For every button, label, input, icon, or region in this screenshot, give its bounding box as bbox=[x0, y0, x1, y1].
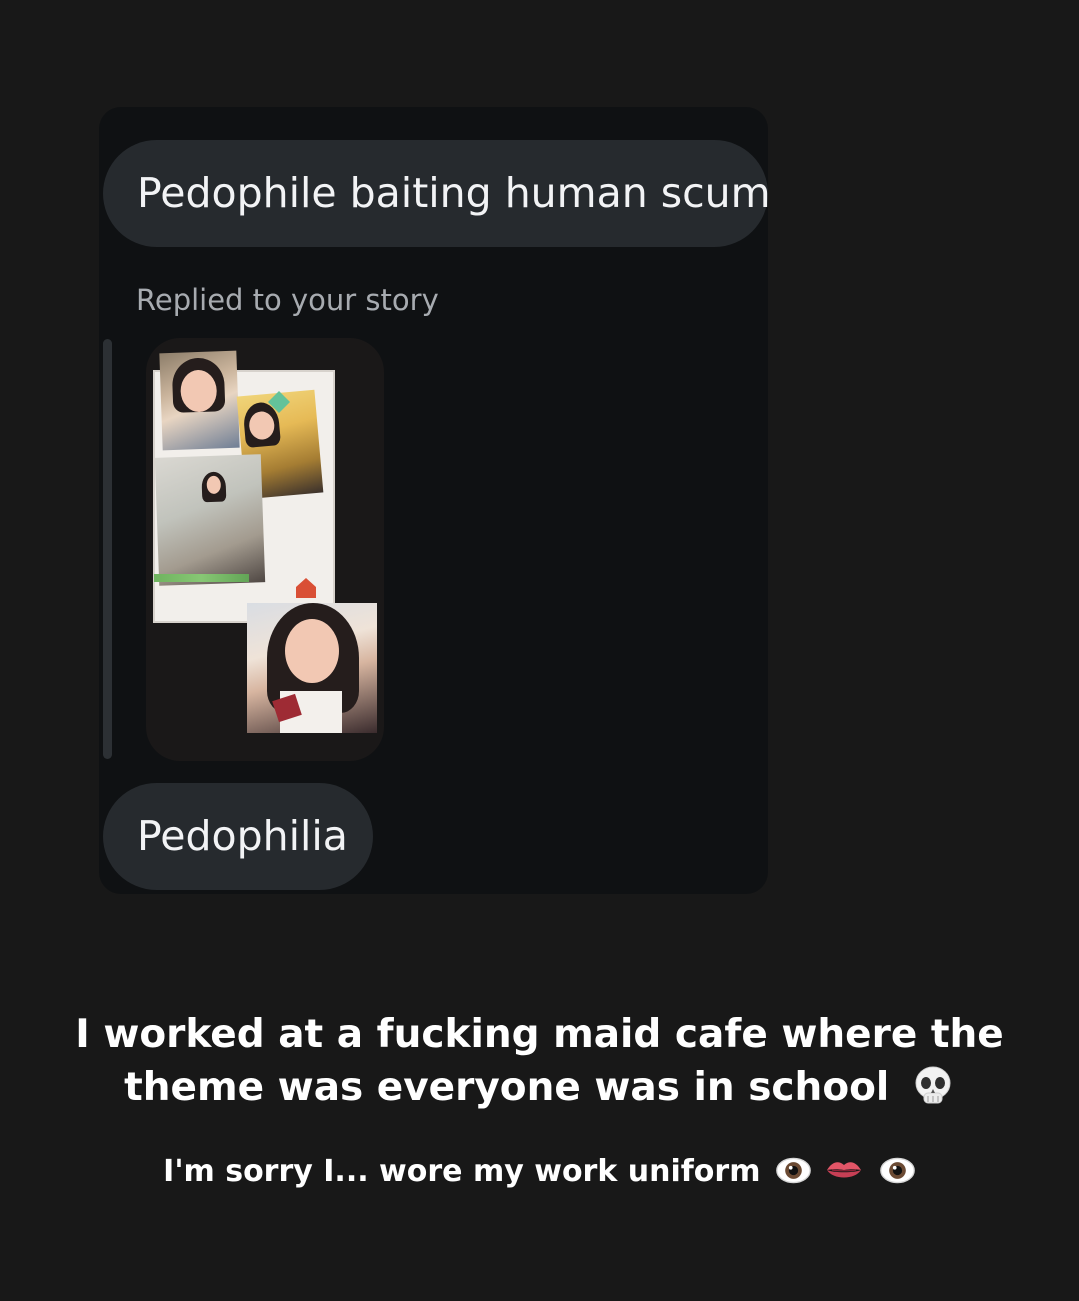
reply-meta-text: Replied to your story bbox=[136, 283, 439, 317]
message-bubble-2: Pedophilia bbox=[103, 783, 373, 890]
skull-icon bbox=[915, 1066, 951, 1103]
message-text-2: Pedophilia bbox=[137, 812, 348, 860]
collage-photo-4 bbox=[247, 603, 377, 733]
reply-indicator-bar bbox=[103, 339, 112, 759]
caption-line-3: I'm sorry I... wore my work uniform bbox=[163, 1154, 761, 1189]
story-thumbnail[interactable] bbox=[146, 338, 384, 761]
message-bubble-1: Pedophile baiting human scum bbox=[103, 140, 771, 247]
message-text-1: Pedophile baiting human scum bbox=[137, 169, 771, 217]
caption-line-1: I worked at a fucking maid cafe where th… bbox=[75, 1012, 1004, 1057]
collage-photo-1 bbox=[159, 350, 240, 451]
lips-icon bbox=[827, 1161, 862, 1177]
story-subcaption: I'm sorry I... wore my work uniform bbox=[0, 1150, 1079, 1194]
caption-line-2-wrap: theme was everyone was in school bbox=[0, 1061, 1079, 1114]
grass-decoration bbox=[154, 574, 249, 582]
story-caption: I worked at a fucking maid cafe where th… bbox=[0, 1008, 1079, 1114]
eye-icon bbox=[879, 1157, 915, 1184]
caption-line-2: theme was everyone was in school bbox=[124, 1065, 890, 1110]
collage-photo-3 bbox=[154, 454, 266, 586]
instagram-story-screen: Pedophile baiting human scum Replied to … bbox=[0, 0, 1079, 1301]
face-shape bbox=[285, 619, 339, 683]
dm-screenshot-card: Pedophile baiting human scum Replied to … bbox=[99, 107, 771, 894]
eye-icon bbox=[776, 1157, 811, 1184]
